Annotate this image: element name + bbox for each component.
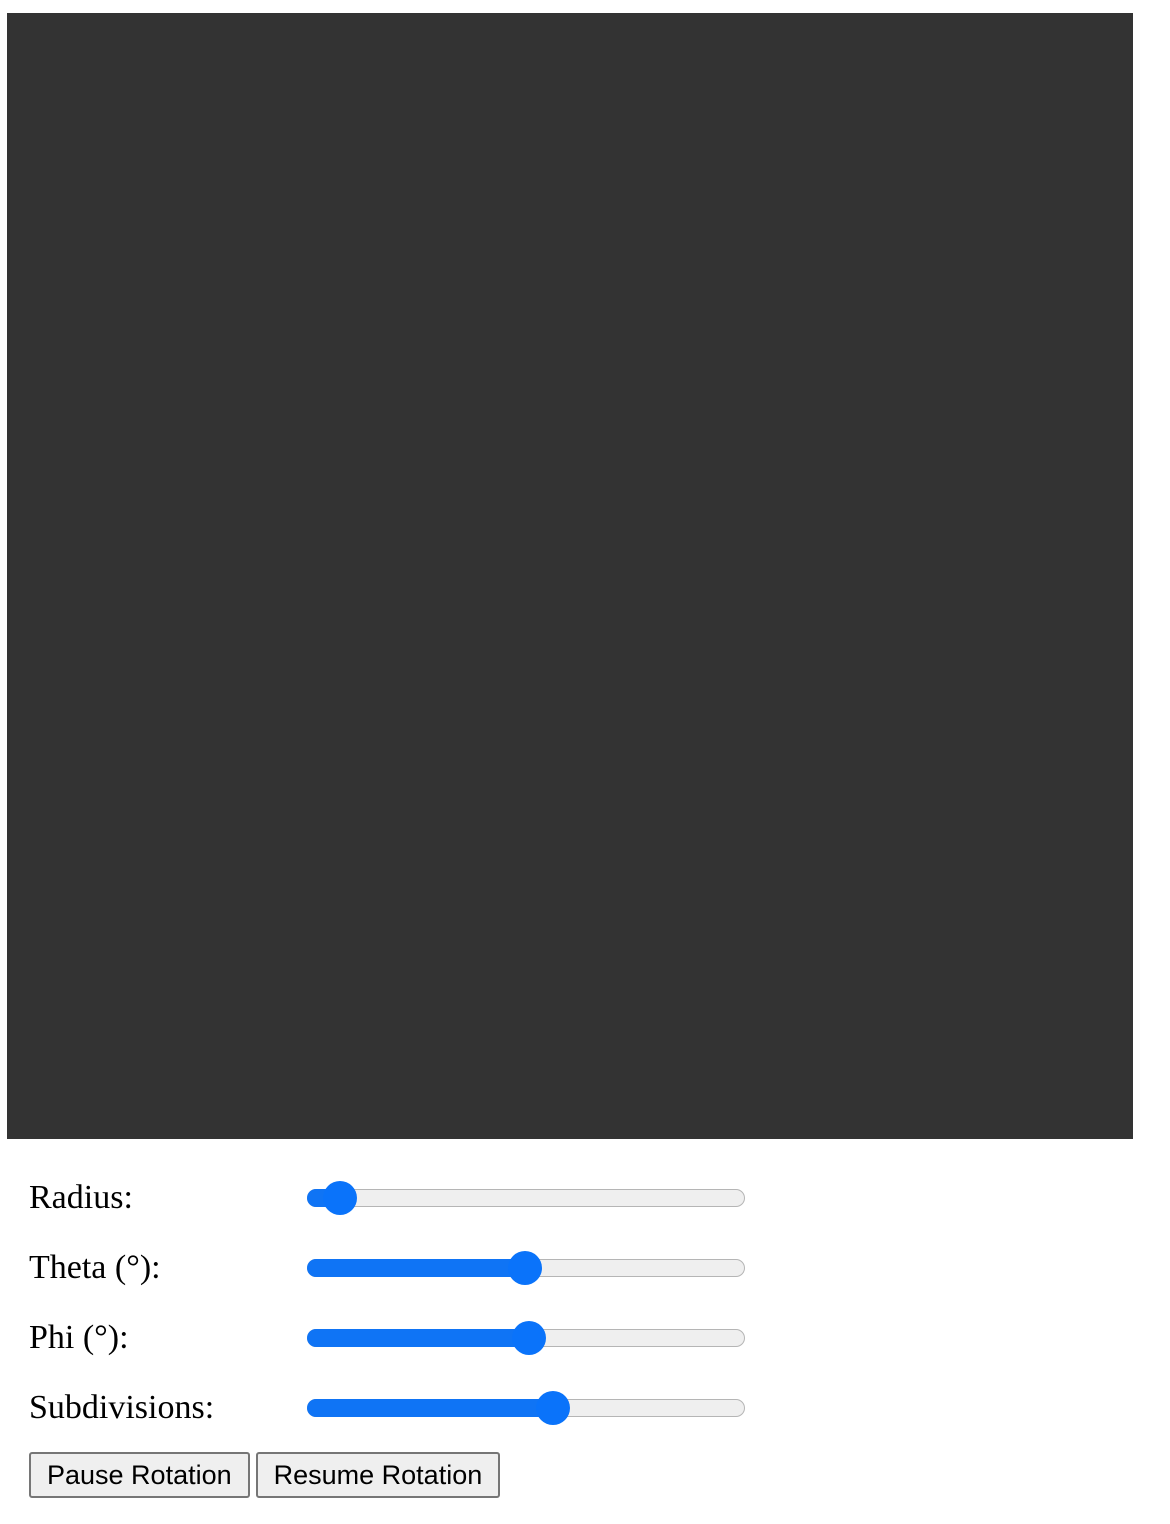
phi-row: Phi (°): — [29, 1318, 789, 1358]
subdivisions-row: Subdivisions: — [29, 1388, 789, 1428]
button-row: Pause Rotation Resume Rotation — [29, 1452, 506, 1500]
theta-slider[interactable] — [307, 1248, 745, 1288]
subdivisions-slider-thumb[interactable] — [536, 1391, 571, 1425]
radius-slider-track — [307, 1189, 745, 1207]
subdivisions-slider-fill — [307, 1399, 554, 1417]
page: Radius: Theta (°): Phi (°): Subdivisions… — [0, 0, 1170, 1524]
pause-rotation-button[interactable]: Pause Rotation — [29, 1452, 250, 1498]
resume-rotation-button[interactable]: Resume Rotation — [255, 1452, 501, 1498]
radius-label: Radius: — [29, 1179, 133, 1216]
theta-slider-fill — [307, 1259, 525, 1277]
radius-row: Radius: — [29, 1178, 789, 1218]
subdivisions-label: Subdivisions: — [29, 1389, 215, 1426]
theta-row: Theta (°): — [29, 1248, 789, 1288]
theta-slider-thumb[interactable] — [508, 1251, 542, 1285]
phi-slider-thumb[interactable] — [512, 1321, 547, 1355]
phi-slider-fill — [307, 1329, 530, 1347]
theta-label: Theta (°): — [29, 1249, 161, 1286]
radius-slider-thumb[interactable] — [323, 1181, 358, 1215]
radius-slider[interactable] — [307, 1178, 745, 1218]
phi-slider[interactable] — [307, 1318, 745, 1358]
phi-label: Phi (°): — [29, 1319, 129, 1356]
render-canvas[interactable] — [7, 13, 1133, 1139]
subdivisions-slider[interactable] — [307, 1388, 745, 1428]
